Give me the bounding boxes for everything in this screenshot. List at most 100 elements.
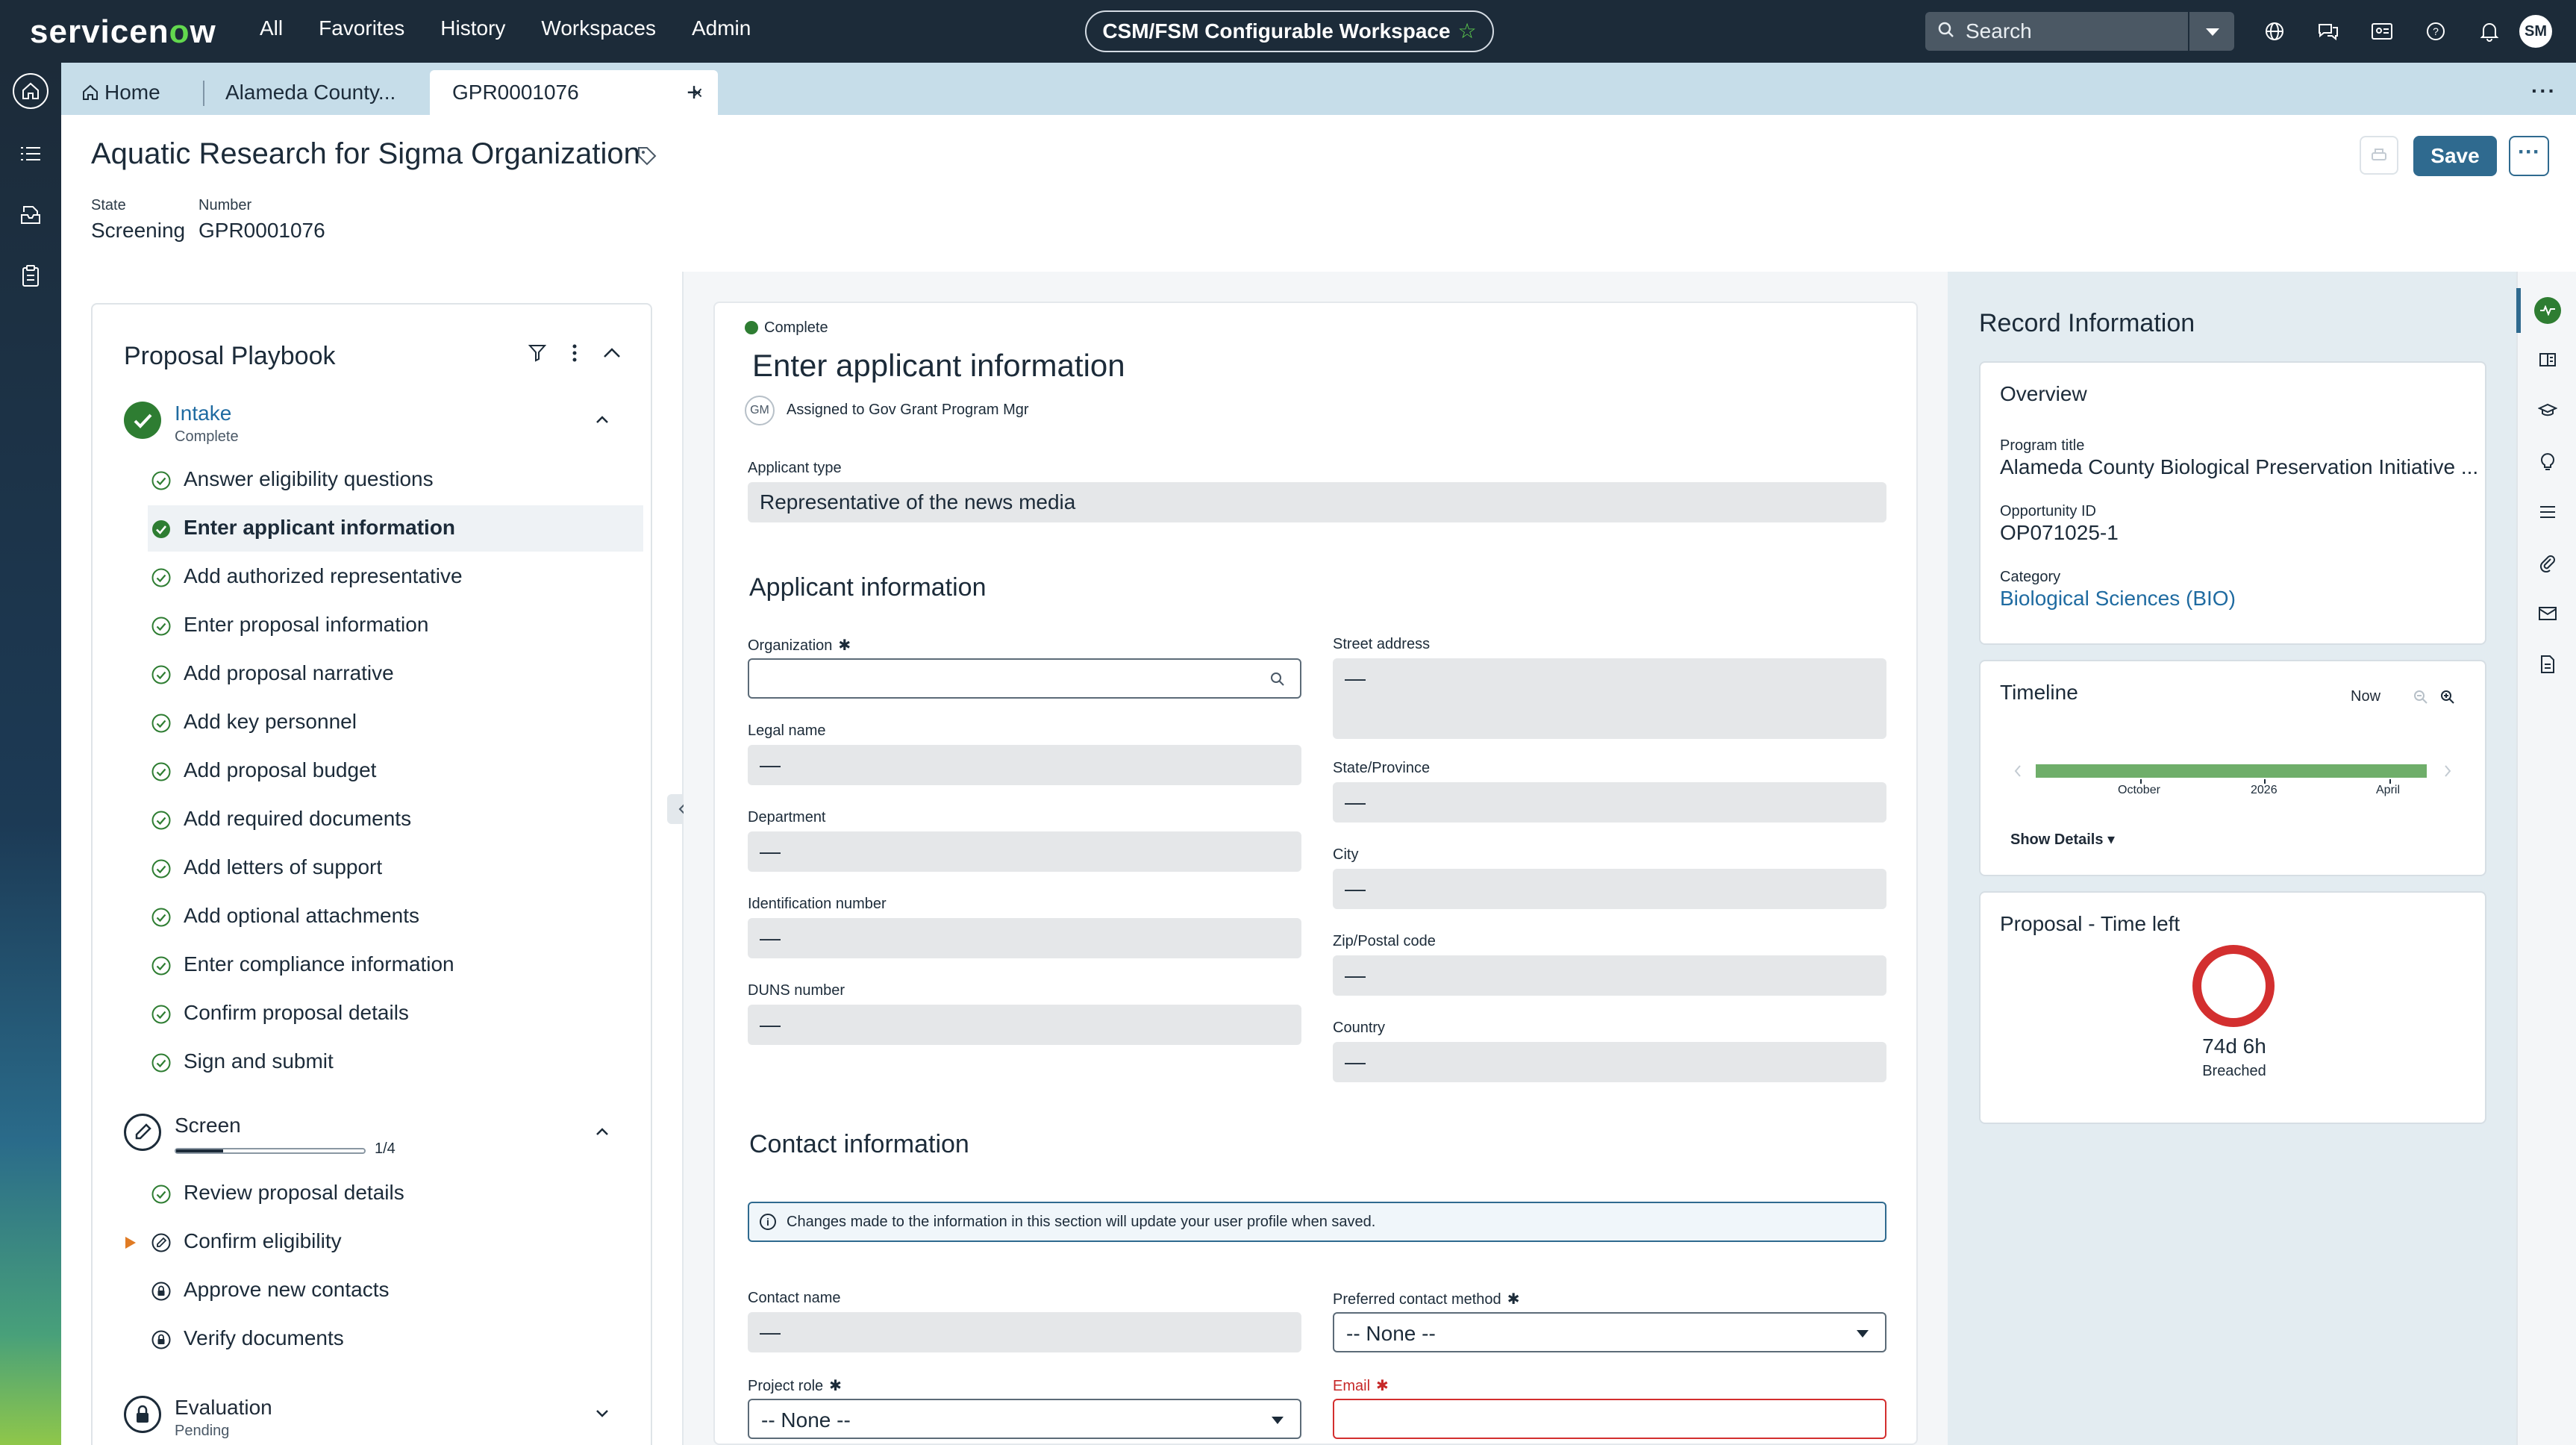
globe-icon[interactable] xyxy=(2261,18,2288,45)
kebab-menu-icon[interactable] xyxy=(572,343,578,363)
search-icon[interactable] xyxy=(1270,672,1285,687)
mail-icon[interactable] xyxy=(2534,600,2561,627)
activity-item[interactable]: Add letters of support xyxy=(151,845,643,891)
paperclip-icon[interactable] xyxy=(2534,549,2561,576)
state-value: Screening xyxy=(91,219,186,242)
chevron-up-icon[interactable] xyxy=(595,415,609,424)
search-placeholder: Search xyxy=(1966,19,2032,43)
tab-overflow-icon[interactable]: ··· xyxy=(2531,79,2557,103)
search-scope-dropdown[interactable] xyxy=(2189,12,2234,51)
activity-item[interactable]: Add proposal narrative xyxy=(151,651,643,697)
stage-screen[interactable]: Screen 1/4 xyxy=(124,1114,631,1160)
project-role-select[interactable]: -- None -- xyxy=(748,1399,1301,1439)
timeline-prev-icon[interactable] xyxy=(2013,764,2022,778)
chevron-down-icon[interactable] xyxy=(595,1409,609,1418)
time-left-card: Proposal - Time left 74d 6h Breached xyxy=(1979,891,2486,1124)
stage-evaluation[interactable]: Evaluation Pending xyxy=(124,1396,631,1442)
workspace-switcher-pill[interactable]: CSM/FSM Configurable Workspace ☆ xyxy=(1085,10,1494,52)
activity-item[interactable]: Enter compliance information xyxy=(151,942,643,988)
activity-item[interactable]: Approve new contacts xyxy=(151,1267,643,1314)
stage-intake[interactable]: Intake Complete xyxy=(124,402,631,448)
document-icon[interactable] xyxy=(2534,651,2561,678)
activity-label: Verify documents xyxy=(184,1326,344,1349)
list-icon[interactable] xyxy=(13,136,49,172)
tag-icon[interactable] xyxy=(636,145,658,167)
graduation-cap-icon[interactable] xyxy=(2534,397,2561,424)
applicant-type-field[interactable]: Representative of the news media xyxy=(748,482,1886,522)
inbox-icon[interactable] xyxy=(13,197,49,233)
filter-icon[interactable] xyxy=(528,343,546,363)
activity-item[interactable]: Add required documents xyxy=(151,796,643,843)
required-icon: ✱ xyxy=(1507,1291,1520,1308)
chevron-up-icon[interactable] xyxy=(595,1127,609,1136)
activity-item[interactable]: Enter applicant information xyxy=(148,505,643,552)
show-details-toggle[interactable]: Show Details ▾ xyxy=(2010,830,2115,849)
clipboard-icon[interactable] xyxy=(13,258,49,294)
department-label: Department xyxy=(748,809,826,826)
activity-item[interactable]: Confirm eligibility xyxy=(125,1219,643,1265)
timeline-next-icon[interactable] xyxy=(2443,764,2452,778)
preferred-contact-method-label-text: Preferred contact method xyxy=(1333,1291,1501,1308)
list-icon[interactable] xyxy=(2534,499,2561,525)
more-actions-button[interactable]: ··· xyxy=(2509,136,2549,176)
email-label: Email ✱ xyxy=(1333,1376,1389,1395)
tab-home[interactable]: Home xyxy=(72,70,206,115)
zoom-out-icon[interactable] xyxy=(2413,690,2428,705)
timeline-title: Timeline xyxy=(2000,681,2078,704)
number-label: Number xyxy=(198,197,252,213)
legal-name-field: — xyxy=(748,745,1301,785)
activity-label: Enter proposal information xyxy=(184,613,429,636)
info-banner: i Changes made to the information in thi… xyxy=(748,1202,1886,1242)
organization-label-text: Organization xyxy=(748,637,833,654)
info-banner-text: Changes made to the information in this … xyxy=(787,1214,1376,1230)
timeline-now-button[interactable]: Now xyxy=(2351,688,2380,705)
city-label: City xyxy=(1333,846,1359,863)
project-role-label: Project role ✱ xyxy=(748,1376,842,1395)
nav-favorites[interactable]: Favorites xyxy=(319,16,404,40)
stage-status: Complete xyxy=(175,428,239,445)
email-input[interactable] xyxy=(1333,1399,1886,1439)
activity-item[interactable]: Review proposal details xyxy=(151,1170,643,1217)
save-button[interactable]: Save xyxy=(2413,136,2497,176)
activity-item[interactable]: Add optional attachments xyxy=(151,893,643,940)
activity-item[interactable]: Add key personnel xyxy=(151,699,643,746)
assignee-avatar: GM xyxy=(745,396,775,425)
activity-item[interactable]: Enter proposal information xyxy=(151,602,643,649)
collapse-up-icon[interactable] xyxy=(603,347,621,359)
logo-text-end: w xyxy=(190,13,216,50)
in-progress-edit-icon xyxy=(151,1233,171,1252)
activity-item[interactable]: Confirm proposal details xyxy=(151,990,643,1037)
print-button[interactable] xyxy=(2360,136,2398,175)
zoom-in-icon[interactable] xyxy=(2440,690,2455,705)
applicant-type-label: Applicant type xyxy=(748,460,842,476)
global-search-input[interactable]: Search xyxy=(1925,12,2188,51)
category-link[interactable]: Biological Sciences (BIO) xyxy=(2000,587,2236,611)
activity-item[interactable]: Sign and submit xyxy=(151,1039,643,1085)
nav-history[interactable]: History xyxy=(440,16,505,40)
id-card-icon[interactable] xyxy=(2369,18,2395,45)
servicenow-logo[interactable]: servicenow xyxy=(30,13,216,51)
nav-all[interactable]: All xyxy=(260,16,283,40)
lightbulb-icon[interactable] xyxy=(2534,448,2561,475)
activity-item[interactable]: Answer eligibility questions xyxy=(151,457,643,503)
nav-workspaces[interactable]: Workspaces xyxy=(541,16,656,40)
star-icon[interactable]: ☆ xyxy=(1458,19,1477,43)
help-icon[interactable]: ? xyxy=(2422,18,2449,45)
complete-check-icon xyxy=(151,908,171,927)
activity-pulse-icon[interactable] xyxy=(2534,297,2561,324)
activity-item[interactable]: Verify documents xyxy=(151,1316,643,1362)
organization-input[interactable] xyxy=(748,658,1301,699)
chat-icon[interactable] xyxy=(2315,18,2342,45)
sla-ring xyxy=(2192,945,2275,1027)
home-icon[interactable] xyxy=(13,73,49,109)
activity-status-text: Complete xyxy=(764,319,828,336)
activity-label: Answer eligibility questions xyxy=(184,467,434,490)
details-icon[interactable] xyxy=(2534,346,2561,373)
add-tab-button[interactable]: + xyxy=(672,70,716,115)
user-avatar[interactable]: SM xyxy=(2519,15,2552,48)
bell-icon[interactable] xyxy=(2476,18,2503,45)
nav-admin[interactable]: Admin xyxy=(692,16,751,40)
activity-item[interactable]: Add proposal budget xyxy=(151,748,643,794)
activity-item[interactable]: Add authorized representative xyxy=(151,554,643,600)
preferred-contact-method-select[interactable]: -- None -- xyxy=(1333,1312,1886,1352)
